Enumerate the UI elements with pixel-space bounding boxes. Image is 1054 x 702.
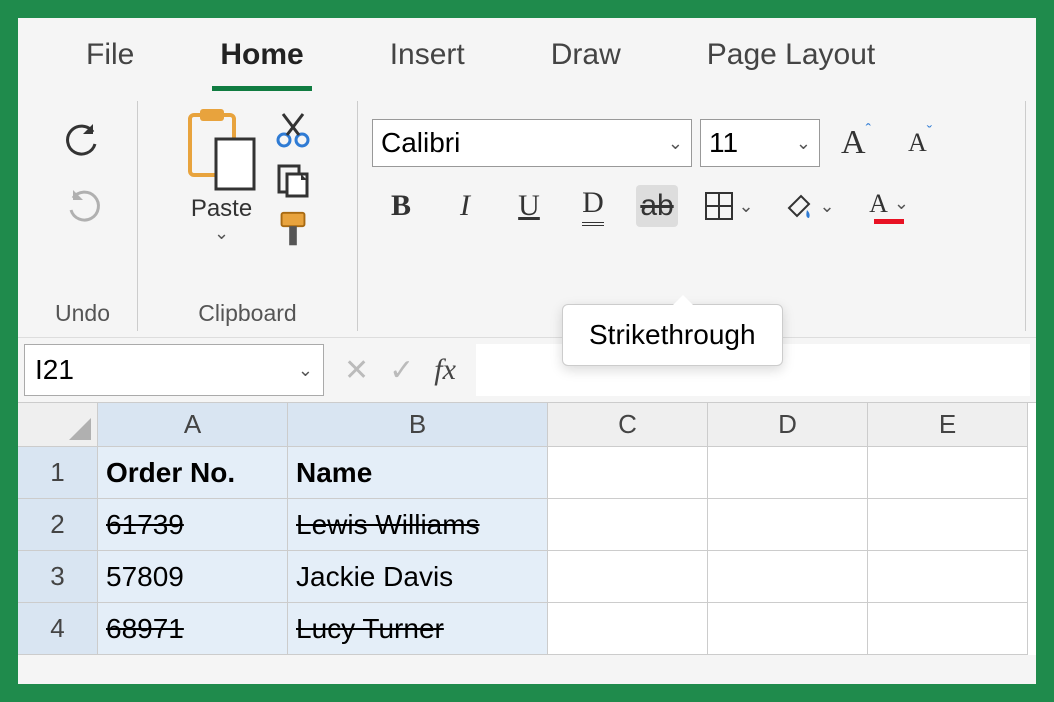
tooltip-strikethrough: Strikethrough	[562, 304, 783, 366]
tab-home[interactable]: Home	[212, 30, 311, 91]
italic-button[interactable]: I	[444, 185, 486, 227]
fill-color-button[interactable]: ⌄	[780, 185, 838, 227]
formula-bar: I21 ⌄ ✕ ✓ fx	[18, 337, 1036, 402]
col-header-E[interactable]: E	[868, 403, 1028, 447]
cell-A3[interactable]: 57809	[98, 551, 288, 603]
strikethrough-button[interactable]: ab	[636, 185, 678, 227]
fx-icon[interactable]: fx	[434, 353, 456, 387]
col-header-C[interactable]: C	[548, 403, 708, 447]
cell-C1[interactable]	[548, 447, 708, 499]
tab-draw[interactable]: Draw	[543, 30, 629, 91]
bold-button[interactable]: B	[380, 185, 422, 227]
name-box-value: I21	[35, 354, 74, 386]
cell-A1[interactable]: Order No.	[98, 447, 288, 499]
row-header-4[interactable]: 4	[18, 603, 98, 655]
chevron-down-icon: ⌄	[738, 196, 753, 217]
col-header-D[interactable]: D	[708, 403, 868, 447]
enter-formula-icon[interactable]: ✓	[389, 353, 414, 388]
cell-A4[interactable]: 68971	[98, 603, 288, 655]
font-name-select[interactable]: Calibri ⌄	[372, 119, 692, 167]
select-all-corner[interactable]	[18, 403, 98, 447]
col-header-A[interactable]: A	[98, 403, 288, 447]
row-header-1[interactable]: 1	[18, 447, 98, 499]
double-underline-button[interactable]: D	[572, 185, 614, 227]
cell-E2[interactable]	[868, 499, 1028, 551]
cell-C3[interactable]	[548, 551, 708, 603]
paste-button[interactable]: Paste ⌄	[182, 105, 262, 244]
paste-label: Paste	[191, 195, 252, 223]
font-size-value: 11	[709, 127, 738, 159]
cell-D4[interactable]	[708, 603, 868, 655]
cell-E3[interactable]	[868, 551, 1028, 603]
chevron-down-icon: ⌄	[796, 133, 811, 154]
tab-insert[interactable]: Insert	[382, 30, 473, 91]
cell-B1[interactable]: Name	[288, 447, 548, 499]
redo-button[interactable]	[62, 185, 104, 227]
font-color-button[interactable]: A⌄	[860, 185, 918, 227]
cell-B3[interactable]: Jackie Davis	[288, 551, 548, 603]
cut-button[interactable]	[272, 109, 314, 151]
ribbon-tabs: File Home Insert Draw Page Layout	[18, 18, 1036, 91]
undo-button[interactable]	[62, 119, 104, 161]
group-clipboard: Paste ⌄ Clipboard	[138, 101, 358, 331]
col-header-B[interactable]: B	[288, 403, 548, 447]
cancel-formula-icon[interactable]: ✕	[344, 353, 369, 388]
row-header-3[interactable]: 3	[18, 551, 98, 603]
row-header-2[interactable]: 2	[18, 499, 98, 551]
group-label-undo: Undo	[55, 294, 110, 331]
copy-button[interactable]	[272, 159, 314, 201]
group-undo: Undo	[28, 101, 138, 331]
chevron-down-icon: ⌄	[668, 133, 683, 154]
cell-D3[interactable]	[708, 551, 868, 603]
group-label-clipboard: Clipboard	[198, 294, 296, 331]
chevron-down-icon: ⌄	[214, 223, 229, 244]
borders-button[interactable]: ⌄	[700, 185, 758, 227]
underline-button[interactable]: U	[508, 185, 550, 227]
chevron-down-icon: ⌄	[894, 193, 909, 214]
grow-font-button[interactable]: Aˆ	[828, 122, 884, 164]
tab-page-layout[interactable]: Page Layout	[699, 30, 883, 91]
cell-D1[interactable]	[708, 447, 868, 499]
cell-E1[interactable]	[868, 447, 1028, 499]
font-size-select[interactable]: 11 ⌄	[700, 119, 820, 167]
cell-C2[interactable]	[548, 499, 708, 551]
chevron-down-icon: ⌄	[298, 360, 313, 381]
cell-B4[interactable]: Lucy Turner	[288, 603, 548, 655]
excel-app: File Home Insert Draw Page Layout Undo	[18, 18, 1036, 684]
cell-C4[interactable]	[548, 603, 708, 655]
cell-D2[interactable]	[708, 499, 868, 551]
spreadsheet-grid: A B C D E 1 Order No. Name 2 61739 Lewis…	[18, 402, 1036, 655]
font-name-value: Calibri	[381, 127, 460, 159]
tab-file[interactable]: File	[78, 30, 142, 91]
format-painter-button[interactable]	[272, 209, 314, 251]
cell-A2[interactable]: 61739	[98, 499, 288, 551]
cell-E4[interactable]	[868, 603, 1028, 655]
chevron-down-icon: ⌄	[819, 196, 834, 217]
ribbon: Undo Paste ⌄	[18, 91, 1036, 337]
shrink-font-button[interactable]: Aˇ	[892, 122, 948, 164]
cell-B2[interactable]: Lewis Williams	[288, 499, 548, 551]
name-box[interactable]: I21 ⌄	[24, 344, 324, 396]
